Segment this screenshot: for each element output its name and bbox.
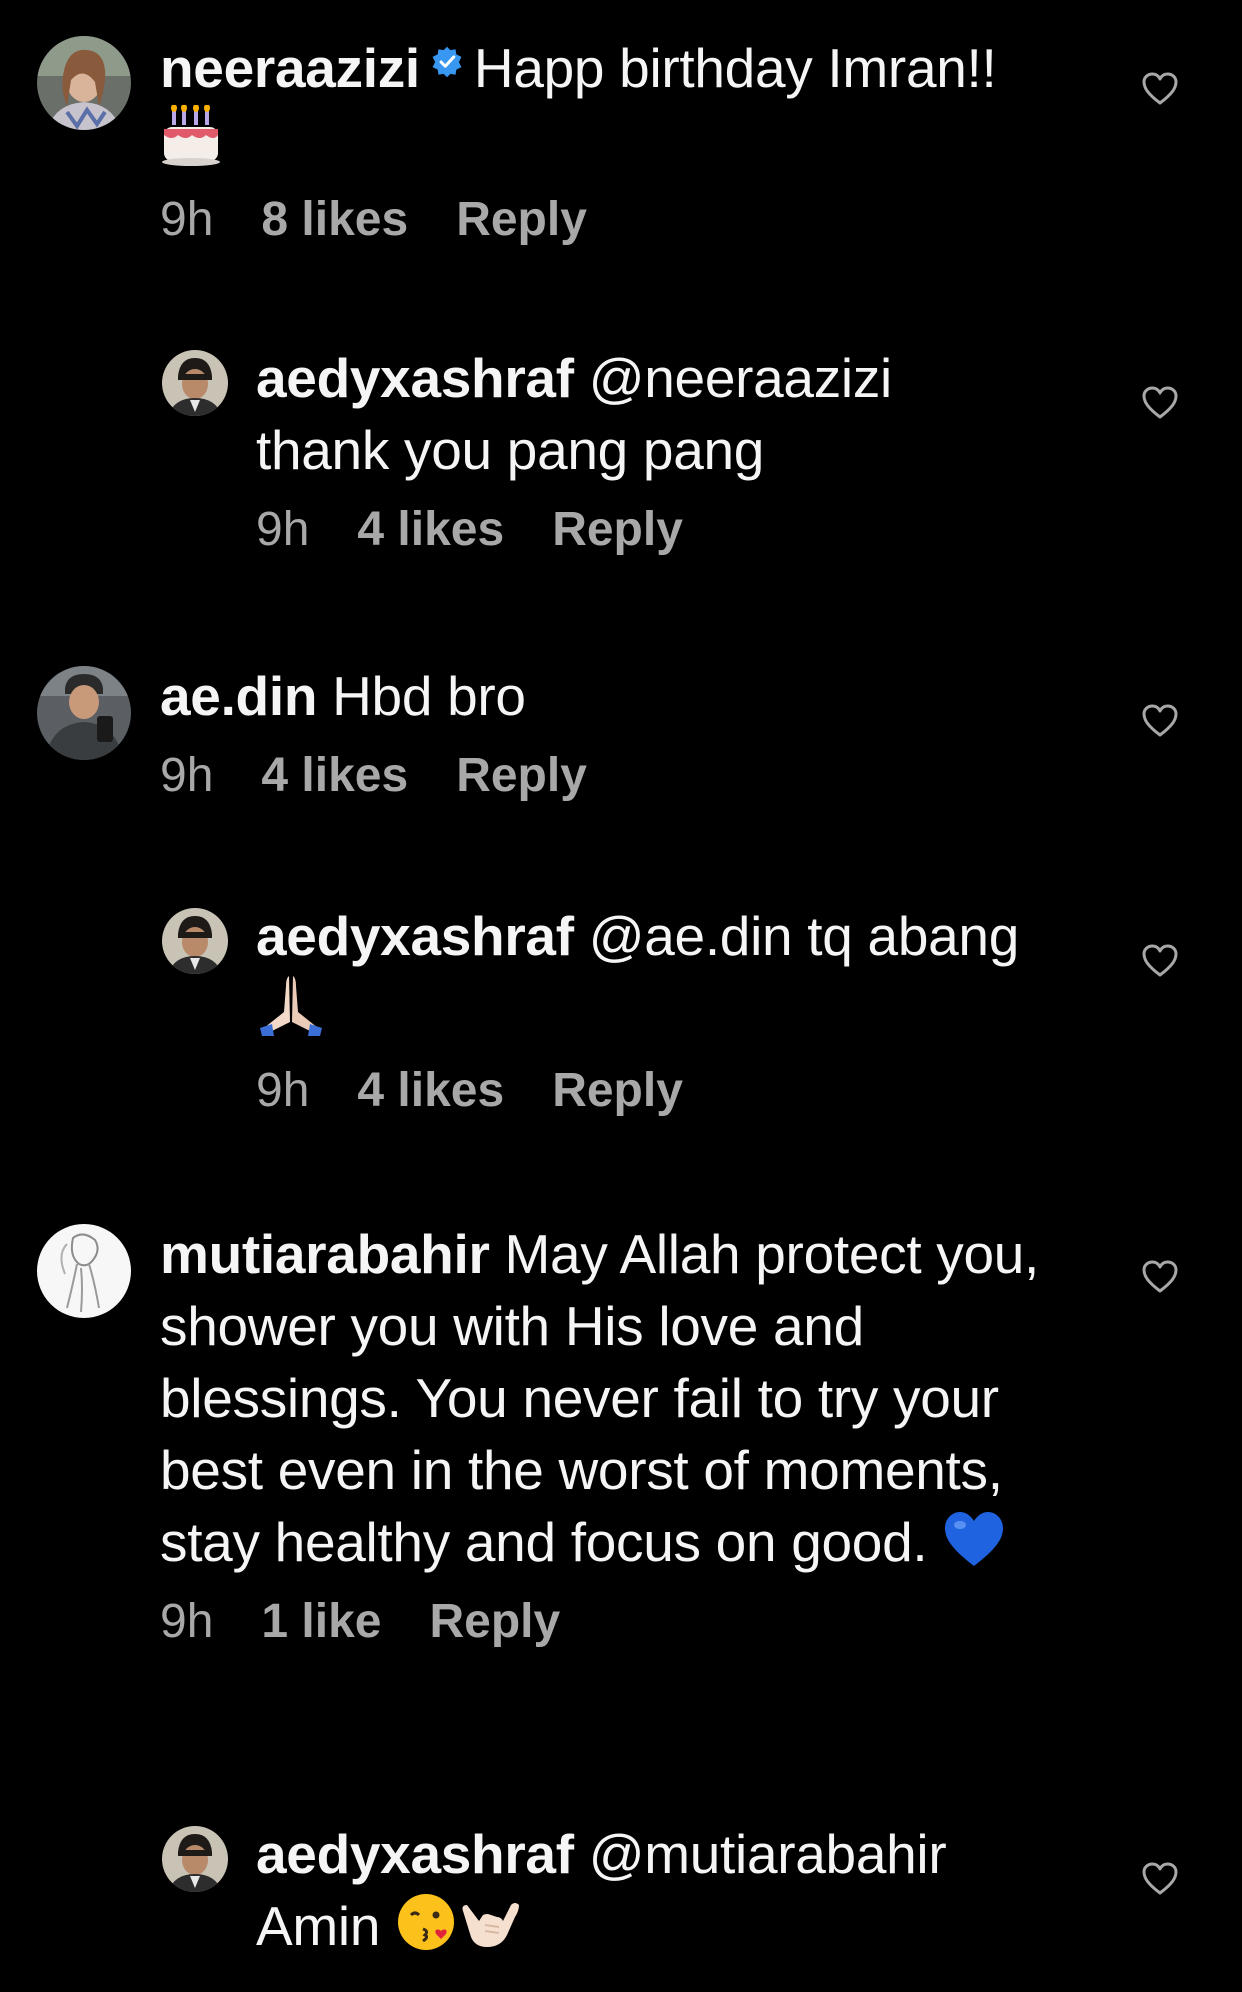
- like-heart-icon[interactable]: [1142, 1862, 1178, 1896]
- reply-button[interactable]: Reply: [456, 193, 587, 246]
- like-heart-icon[interactable]: [1142, 1260, 1178, 1294]
- comment-body: aedyxashraf @neeraazizi thank you pang p…: [256, 346, 1092, 560]
- comment-time: 9h: [256, 503, 310, 556]
- kissing-face-emoji: [395, 1891, 457, 1953]
- like-heart-icon[interactable]: [1142, 944, 1178, 978]
- comment-message: tq abang: [807, 905, 1019, 967]
- blue-heart-emoji: [942, 1509, 1006, 1569]
- comment-body: mutiarabahir May Allah protect you, show…: [160, 1222, 1092, 1652]
- avatar[interactable]: [162, 350, 228, 416]
- avatar[interactable]: [37, 36, 131, 130]
- like-heart-icon[interactable]: [1142, 386, 1178, 420]
- comment-body: aedyxashraf @mutiarabahir Amin: [256, 1822, 1092, 1962]
- comment-time: 9h: [160, 193, 214, 246]
- birthday-cake-emoji: [160, 105, 222, 167]
- avatar[interactable]: [162, 1826, 228, 1892]
- like-heart-icon[interactable]: [1142, 72, 1178, 106]
- username[interactable]: mutiarabahir: [160, 1223, 490, 1285]
- comment-text: ae.din Hbd bro: [160, 660, 1092, 732]
- verified-badge-icon: [430, 45, 464, 79]
- likes-count[interactable]: 1 like: [261, 1595, 381, 1648]
- call-me-hand-emoji: [457, 1891, 523, 1953]
- avatar[interactable]: [37, 1224, 131, 1318]
- likes-count[interactable]: 4 likes: [357, 1064, 504, 1117]
- likes-count[interactable]: 4 likes: [261, 749, 408, 802]
- comment-meta: 9h 4 likes Reply: [256, 1061, 1092, 1121]
- avatar[interactable]: [37, 666, 131, 760]
- comment-time: 9h: [256, 1064, 310, 1117]
- comment-time: 9h: [160, 1595, 214, 1648]
- reply-button[interactable]: Reply: [552, 1064, 683, 1117]
- folded-hands-emoji: [256, 972, 326, 1038]
- reply-button[interactable]: Reply: [456, 749, 587, 802]
- likes-count[interactable]: 4 likes: [357, 503, 504, 556]
- comment-text: aedyxashraf @neeraazizi thank you pang p…: [256, 342, 1092, 486]
- like-heart-icon[interactable]: [1142, 704, 1178, 738]
- username[interactable]: neeraazizi: [160, 37, 420, 99]
- username[interactable]: aedyxashraf: [256, 347, 574, 409]
- username[interactable]: ae.din: [160, 665, 317, 727]
- comment-body: ae.din Hbd bro 9h 4 likes Reply: [160, 664, 1092, 806]
- comment-text: aedyxashraf @mutiarabahir Amin: [256, 1818, 1092, 1962]
- mention-link[interactable]: @mutiarabahir: [589, 1823, 947, 1885]
- comment-message: Happ birthday Imran!!: [473, 37, 997, 99]
- comment-time: 9h: [160, 749, 214, 802]
- username[interactable]: aedyxashraf: [256, 905, 574, 967]
- comment-text: aedyxashraf @ae.din tq abang: [256, 900, 1092, 1047]
- mention-link[interactable]: @ae.din: [589, 905, 793, 967]
- comment-meta: 9h 4 likes Reply: [160, 746, 1092, 806]
- comment-body: neeraazizi Happ birthday Imran!! 9h 8 like…: [160, 36, 1092, 250]
- comment-text: neeraazizi Happ birthday Imran!!: [160, 32, 1092, 176]
- mention-link[interactable]: @neeraazizi: [589, 347, 893, 409]
- comment-meta: 9h 8 likes Reply: [160, 190, 1092, 250]
- reply-button[interactable]: Reply: [552, 503, 683, 556]
- comment-body: aedyxashraf @ae.din tq abang 9h 4 likes Re…: [256, 904, 1092, 1121]
- avatar[interactable]: [162, 908, 228, 974]
- comment-meta: 9h 4 likes Reply: [256, 500, 1092, 560]
- reply-button[interactable]: Reply: [429, 1595, 560, 1648]
- username[interactable]: aedyxashraf: [256, 1823, 574, 1885]
- comment-meta: 9h 1 like Reply: [160, 1592, 1092, 1652]
- comment-message: thank you pang pang: [256, 419, 765, 481]
- comment-message: Hbd bro: [332, 665, 526, 727]
- likes-count[interactable]: 8 likes: [261, 193, 408, 246]
- comment-text: mutiarabahir May Allah protect you, show…: [160, 1218, 1092, 1578]
- comment-message: Amin: [256, 1895, 381, 1957]
